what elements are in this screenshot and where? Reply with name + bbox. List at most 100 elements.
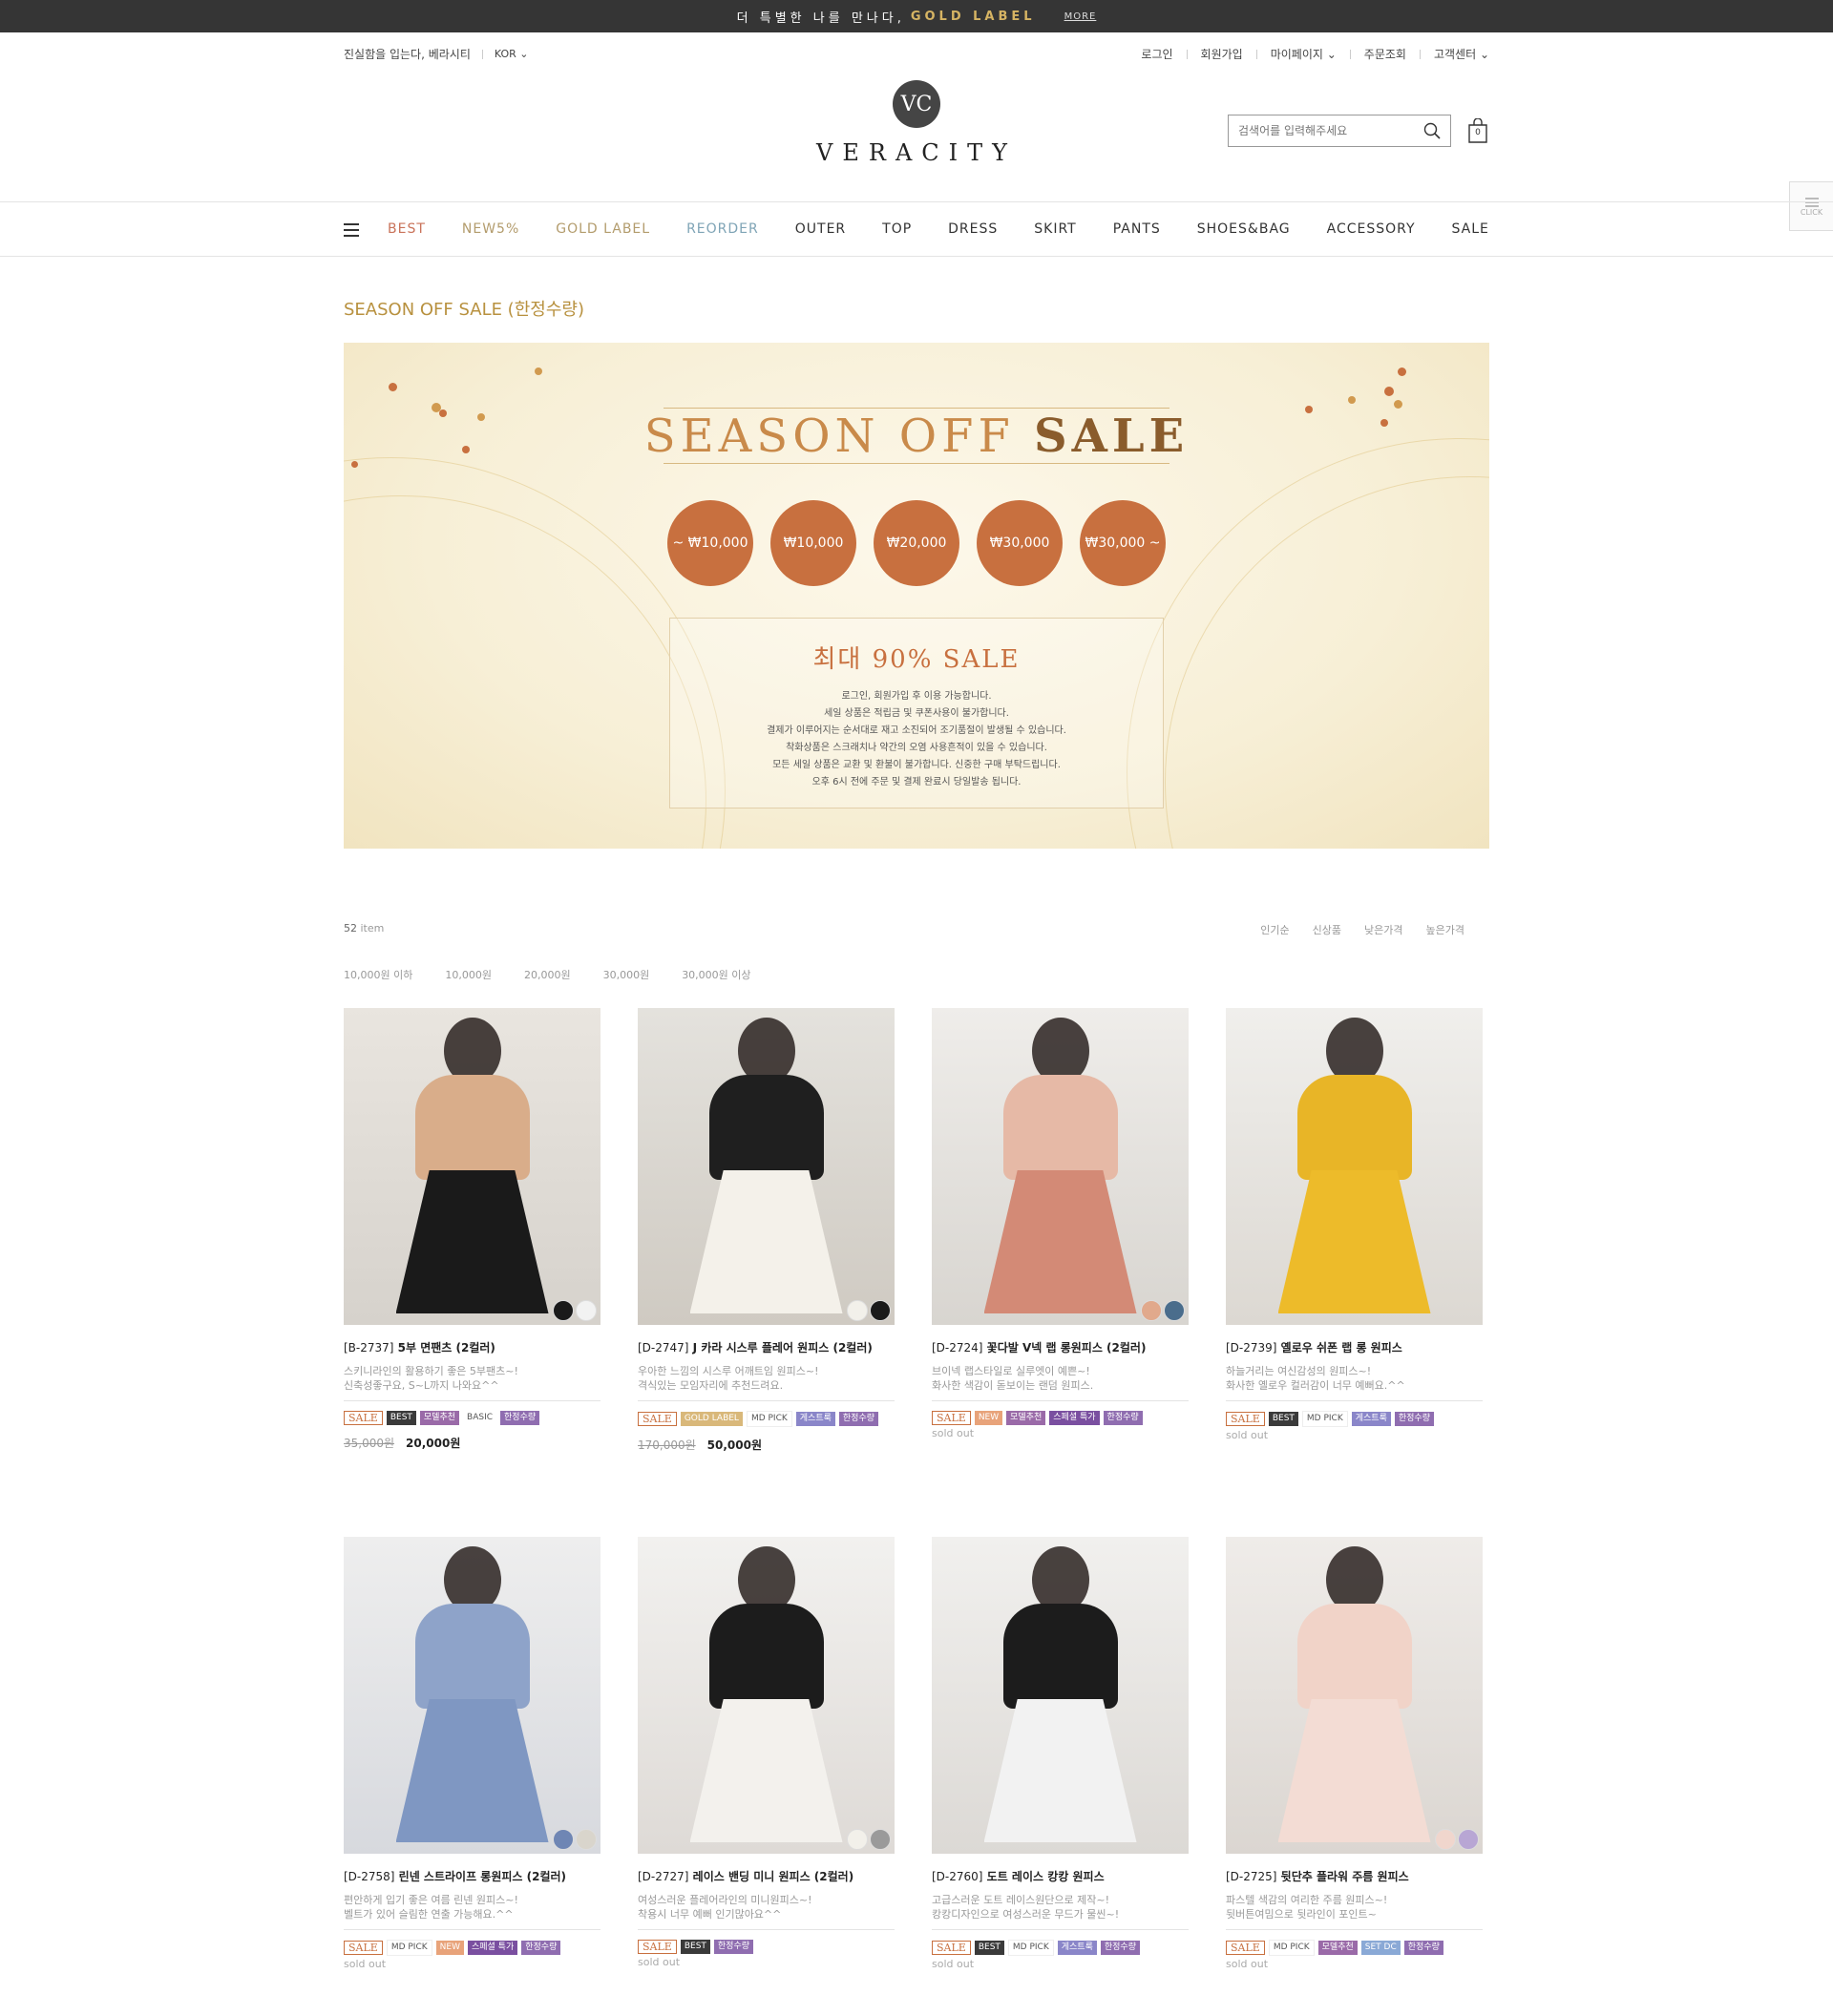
product-image[interactable] xyxy=(344,1537,600,1854)
color-swatches xyxy=(553,1829,597,1850)
product-badge: MD PICK xyxy=(1301,1411,1348,1427)
sort-popular[interactable]: 인기순 xyxy=(1260,922,1289,937)
color-swatch[interactable] xyxy=(576,1300,597,1321)
nav-reorder[interactable]: REORDER xyxy=(686,221,759,237)
search-input[interactable] xyxy=(1238,124,1423,137)
product-name[interactable]: [D-2758] 린넨 스트라이프 롱원피스 (2컬러) xyxy=(344,1869,600,1885)
nav-accessory[interactable]: ACCESSORY xyxy=(1327,221,1416,237)
product-name[interactable]: [D-2760] 도트 레이스 캉캉 원피스 xyxy=(932,1869,1189,1885)
search-box[interactable] xyxy=(1228,115,1451,147)
promo-bar[interactable]: 더 특별한 나를 만나다, GOLD LABEL MORE xyxy=(0,0,1833,32)
price-filter-item[interactable]: 10,000원 이하 xyxy=(344,967,412,982)
product-image[interactable] xyxy=(1226,1537,1483,1854)
site-logo[interactable]: VC VERACITY xyxy=(0,80,1833,166)
product-name[interactable]: [D-2747] J 카라 시스루 플레어 원피스 (2컬러) xyxy=(638,1340,895,1356)
color-swatch[interactable] xyxy=(1164,1300,1185,1321)
sort-high-price[interactable]: 높은가격 xyxy=(1426,922,1464,937)
sale-badge: SALE xyxy=(344,1941,383,1955)
banner-headline: SEASON OFF SALE xyxy=(643,410,1190,463)
product-image[interactable] xyxy=(344,1008,600,1325)
price-filter-item[interactable]: 30,000원 이상 xyxy=(682,967,750,982)
nav-skirt[interactable]: SKIRT xyxy=(1034,221,1076,237)
price-circle[interactable]: ₩30,000 ~ xyxy=(1080,500,1166,586)
sort-low-price[interactable]: 낮은가격 xyxy=(1364,922,1402,937)
product-image[interactable] xyxy=(932,1537,1189,1854)
sale-badge: SALE xyxy=(344,1411,383,1425)
customer-center-link[interactable]: 고객센터 ⌄ xyxy=(1434,46,1489,62)
sale-badge: SALE xyxy=(638,1940,677,1954)
divider xyxy=(1419,49,1421,59)
login-link[interactable]: 로그인 xyxy=(1141,46,1172,62)
join-link[interactable]: 회원가입 xyxy=(1201,46,1243,62)
product-badge: 모델추천 xyxy=(1006,1411,1046,1425)
product-name[interactable]: [D-2725] 뒷단추 플라워 주름 원피스 xyxy=(1226,1869,1483,1885)
product-badge: GOLD LABEL xyxy=(680,1412,743,1426)
sold-out-label: sold out xyxy=(932,1427,975,1439)
order-lookup-link[interactable]: 주문조회 xyxy=(1364,46,1406,62)
nav-gold-label[interactable]: GOLD LABEL xyxy=(556,221,650,237)
sold-out-label: sold out xyxy=(638,1956,681,1968)
product-image[interactable] xyxy=(1226,1008,1483,1325)
nav-new[interactable]: NEW5% xyxy=(462,221,519,237)
product-badge: 한정수량 xyxy=(521,1941,561,1955)
language-select[interactable]: KOR ⌄ xyxy=(495,48,529,60)
price-circle[interactable]: ₩30,000 xyxy=(977,500,1063,586)
divider xyxy=(1255,49,1257,59)
color-swatch[interactable] xyxy=(576,1829,597,1850)
nav-dress[interactable]: DRESS xyxy=(948,221,998,237)
color-swatch[interactable] xyxy=(870,1829,891,1850)
model-top xyxy=(1002,1604,1118,1709)
product-card[interactable]: [D-2727] 레이스 밴딩 미니 원피스 (2컬러) 여성스러운 플레어라인… xyxy=(638,1537,895,2016)
product-card[interactable]: [D-2747] J 카라 시스루 플레어 원피스 (2컬러) 우아한 느낌의 … xyxy=(638,1008,895,1537)
product-card[interactable]: [D-2724] 꽃다발 V넥 랩 롱원피스 (2컬러) 브이넥 랩스타일로 실… xyxy=(932,1008,1189,1537)
nav-sale[interactable]: SALE xyxy=(1452,221,1489,237)
color-swatch[interactable] xyxy=(870,1300,891,1321)
color-swatch[interactable] xyxy=(1435,1829,1456,1850)
product-name[interactable]: [D-2739] 옐로우 쉬폰 랩 롱 원피스 xyxy=(1226,1340,1483,1356)
color-swatch[interactable] xyxy=(847,1829,868,1850)
price-filter-item[interactable]: 30,000원 xyxy=(603,967,650,982)
product-card[interactable]: [D-2725] 뒷단추 플라워 주름 원피스 파스텔 색감의 여리한 주름 원… xyxy=(1226,1537,1483,2016)
search-icon[interactable] xyxy=(1423,122,1441,139)
price-filter-item[interactable]: 20,000원 xyxy=(524,967,571,982)
color-swatch[interactable] xyxy=(847,1300,868,1321)
product-card[interactable]: [D-2758] 린넨 스트라이프 롱원피스 (2컬러) 편안하게 입기 좋은 … xyxy=(344,1537,600,2016)
color-swatch[interactable] xyxy=(553,1829,574,1850)
sale-notice-box: 최대 90% SALE 로그인, 회원가입 후 이용 가능합니다. 세일 상품은… xyxy=(669,618,1164,808)
product-badge: BEST xyxy=(1268,1412,1298,1426)
nav-outer[interactable]: OUTER xyxy=(795,221,846,237)
promo-more-link[interactable]: MORE xyxy=(1064,11,1097,22)
color-swatch[interactable] xyxy=(1141,1300,1162,1321)
product-card[interactable]: [B-2737] 5부 면팬츠 (2컬러) 스키니라인의 활용하기 좋은 5부팬… xyxy=(344,1008,600,1537)
nav-pants[interactable]: PANTS xyxy=(1113,221,1161,237)
product-image[interactable] xyxy=(638,1008,895,1325)
price-circle[interactable]: ₩10,000 xyxy=(770,500,856,586)
product-image[interactable] xyxy=(932,1008,1189,1325)
product-name[interactable]: [D-2724] 꽃다발 V넥 랩 롱원피스 (2컬러) xyxy=(932,1340,1189,1356)
product-name[interactable]: [B-2737] 5부 면팬츠 (2컬러) xyxy=(344,1340,600,1356)
color-swatches xyxy=(847,1829,891,1850)
price-filter-item[interactable]: 10,000원 xyxy=(445,967,492,982)
sort-newest[interactable]: 신상품 xyxy=(1313,922,1341,937)
price-circle[interactable]: ~ ₩10,000 xyxy=(667,500,753,586)
price-circle[interactable]: ₩20,000 xyxy=(874,500,959,586)
color-swatch[interactable] xyxy=(553,1300,574,1321)
sale-badge: SALE xyxy=(1226,1412,1265,1426)
cart-button[interactable]: 0 xyxy=(1466,117,1489,143)
nav-top[interactable]: TOP xyxy=(882,221,912,237)
product-card[interactable]: [D-2739] 옐로우 쉬폰 랩 롱 원피스 하늘거리는 여신감성의 원피스~… xyxy=(1226,1008,1483,1537)
product-badge: MD PICK xyxy=(1007,1940,1054,1956)
mypage-link[interactable]: 마이페이지 ⌄ xyxy=(1271,46,1337,62)
product-name[interactable]: [D-2727] 레이스 밴딩 미니 원피스 (2컬러) xyxy=(638,1869,895,1885)
product-card[interactable]: [D-2760] 도트 레이스 캉캉 원피스 고급스러운 도트 레이스원단으로 … xyxy=(932,1537,1189,2016)
hamburger-icon[interactable] xyxy=(344,223,359,237)
sale-badge: SALE xyxy=(932,1941,971,1955)
product-image[interactable] xyxy=(638,1537,895,1854)
model-bottom xyxy=(395,1699,549,1842)
color-swatch[interactable] xyxy=(1458,1829,1479,1850)
sold-out-label: sold out xyxy=(1226,1429,1269,1441)
product-badge: BEST xyxy=(386,1411,416,1425)
nav-best[interactable]: BEST xyxy=(388,221,426,237)
nav-shoes-bag[interactable]: SHOES&BAG xyxy=(1197,221,1291,237)
model-bottom xyxy=(983,1699,1137,1842)
